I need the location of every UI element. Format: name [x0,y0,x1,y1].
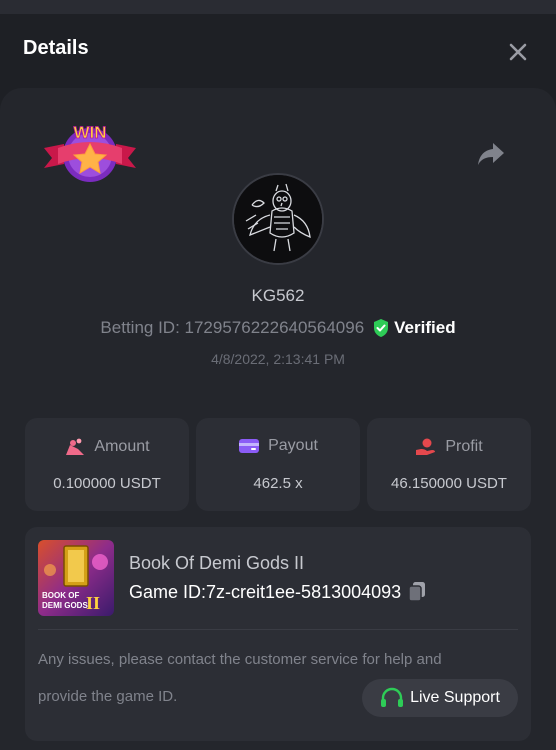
headset-icon [381,687,404,707]
game-cover-text-3: II [86,593,100,613]
win-badge-text: WIN [73,123,106,142]
betting-id-row: Betting ID: 1729576222640564096 Verified [0,318,556,338]
stat-amount-value: 0.100000 USDT [53,475,161,492]
top-strip [0,0,556,14]
owl-sketch-icon [234,175,322,263]
share-icon [478,143,504,165]
stat-payout: Payout 462.5 x [196,418,360,511]
game-id: Game ID:7z-creit1ee-5813004093 [129,581,402,602]
divider [38,629,518,630]
game-id-row: Game ID:7z-creit1ee-5813004093 [129,581,427,603]
game-cover-icon: BOOK OF DEMI GODS II [38,540,114,616]
game-cover-text-1: BOOK OF [42,591,79,600]
win-badge-icon: WIN [44,123,136,182]
stat-profit-value: 46.150000 USDT [391,475,507,492]
copy-button[interactable] [407,581,427,603]
close-icon [509,43,527,61]
stat-amount: Amount 0.100000 USDT [25,418,189,511]
live-support-button[interactable]: Live Support [362,679,518,717]
share-button[interactable] [476,141,506,167]
live-support-label: Live Support [410,689,500,706]
verified-label: Verified [394,318,456,337]
game-thumbnail[interactable]: BOOK OF DEMI GODS II [38,540,114,616]
stat-profit-label: Profit [445,438,483,455]
timestamp: 4/8/2022, 2:13:41 PM [211,351,345,367]
shield-check-icon [374,319,389,337]
copy-icon [408,582,426,602]
close-button[interactable] [505,39,531,65]
support-notice-line1: Any issues, please contact the customer … [38,651,442,668]
support-notice-line2: provide the game ID. [38,688,178,705]
verified-badge: Verified [372,318,456,338]
profit-hand-icon [416,438,436,455]
coins-icon [66,438,85,455]
stat-profit: Profit 46.150000 USDT [367,418,531,511]
stat-payout-label: Payout [268,437,318,454]
game-cover-text-2: DEMI GODS [42,601,88,610]
betting-id: Betting ID: 1729576222640564096 [100,318,365,337]
wallet-icon [239,439,260,453]
stat-amount-label: Amount [94,438,150,455]
avatar [232,173,324,265]
stat-payout-value: 462.5 x [253,475,303,492]
username: KG562 [251,286,305,305]
game-title: Book Of Demi Gods II [129,553,305,573]
page-title: Details [23,37,89,59]
